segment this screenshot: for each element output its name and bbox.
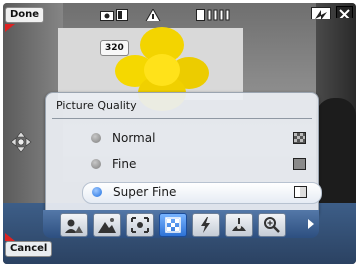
- light-quality-icon: [294, 186, 307, 198]
- cancel-corner-flag-icon: [5, 233, 15, 241]
- flash-settings-icon: [201, 217, 210, 233]
- cancel-button[interactable]: Cancel: [5, 241, 53, 257]
- quality-option-fine[interactable]: Fine: [82, 155, 320, 175]
- picture-quality-panel: Picture Quality Normal Fine Super Fine: [45, 92, 322, 218]
- person-scene-icon: [65, 219, 83, 233]
- checker-quality-icon: [293, 132, 306, 144]
- quality-button[interactable]: [159, 213, 187, 237]
- quality-option-normal[interactable]: Normal: [82, 129, 320, 149]
- radio-super-fine[interactable]: [92, 187, 102, 197]
- done-button[interactable]: Done: [5, 7, 45, 23]
- landscape-icon: [98, 218, 116, 233]
- flash-settings-button[interactable]: [192, 213, 220, 237]
- shot-counter-label: 320: [105, 43, 124, 53]
- storage-icon: [196, 9, 230, 21]
- close-icon[interactable]: [336, 6, 353, 18]
- frame-button[interactable]: [126, 213, 154, 237]
- camera-mode-icon: [100, 11, 114, 21]
- quality-option-label: Normal: [112, 131, 156, 145]
- camera-viewfinder: Done 320 Picture Quality Normal Fine Sup…: [3, 3, 356, 264]
- radio-normal[interactable]: [91, 133, 101, 143]
- shot-counter: 320: [100, 40, 129, 56]
- viewfinder-person-silhouette: [316, 98, 356, 208]
- timer-icon: [232, 218, 246, 231]
- zoom-button[interactable]: [258, 213, 286, 237]
- warning-icon: [145, 9, 161, 21]
- cancel-label: Cancel: [10, 243, 48, 254]
- more-arrow-icon[interactable]: [307, 219, 315, 229]
- panel-title: Picture Quality: [56, 99, 137, 112]
- gray-quality-icon: [293, 158, 306, 170]
- quality-option-label: Super Fine: [113, 185, 177, 199]
- done-corner-flag-icon: [5, 24, 15, 32]
- camera-toolbar: [43, 210, 319, 238]
- quality-option-label: Fine: [112, 157, 137, 171]
- person-scene-button[interactable]: [60, 213, 88, 237]
- panel-divider: [52, 118, 312, 119]
- flash-icon[interactable]: [311, 7, 331, 19]
- battery-icon: [116, 9, 128, 21]
- timer-button[interactable]: [225, 213, 253, 237]
- landscape-button[interactable]: [93, 213, 121, 237]
- quality-icon: [165, 217, 181, 233]
- radio-fine[interactable]: [91, 159, 101, 169]
- move-handle-icon[interactable]: [10, 131, 32, 153]
- done-label: Done: [10, 9, 40, 20]
- quality-option-super-fine[interactable]: Super Fine: [82, 182, 322, 204]
- frame-icon: [131, 217, 149, 233]
- zoom-icon: [264, 217, 280, 233]
